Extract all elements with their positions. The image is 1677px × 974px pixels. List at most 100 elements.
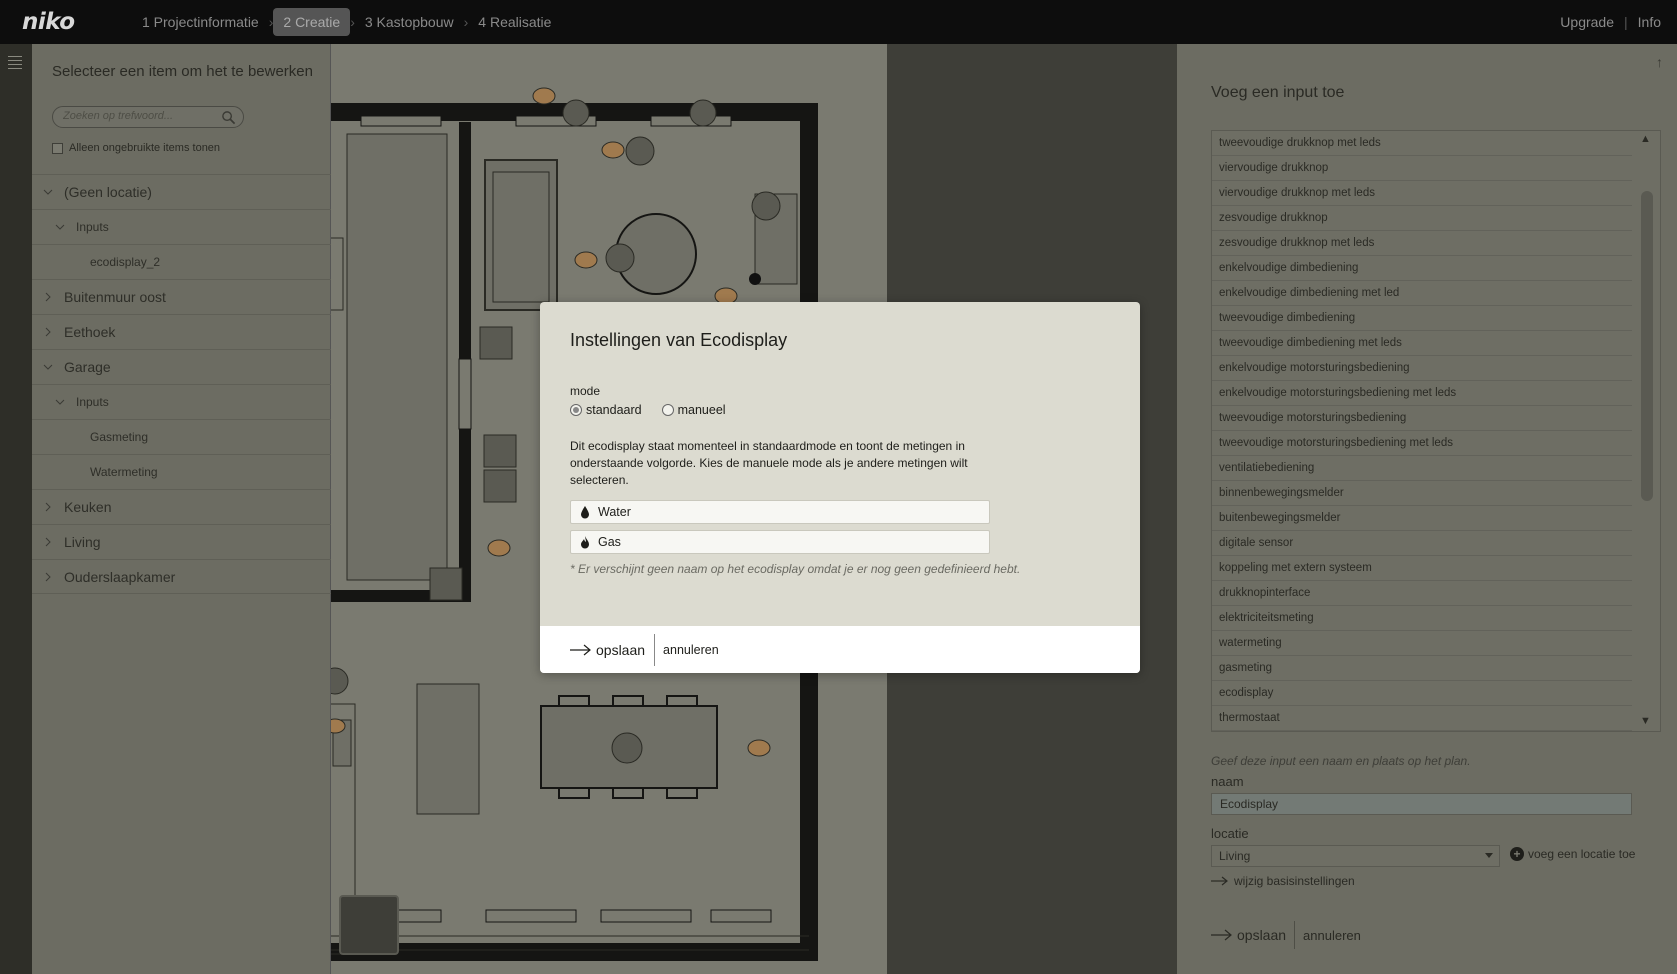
list-menu-icon[interactable]	[8, 56, 22, 72]
list-item[interactable]: digitale sensor	[1212, 531, 1632, 556]
tree-item-gasmeting[interactable]: Gasmeting	[32, 419, 331, 454]
list-item[interactable]: koppeling met extern systeem	[1212, 556, 1632, 581]
radio-label: standaard	[586, 403, 642, 417]
divider	[654, 633, 656, 666]
list-item[interactable]: tweevoudige motorsturingsbediening met l…	[1212, 431, 1632, 456]
cancel-button[interactable]: annuleren	[663, 643, 719, 657]
tree-item-inputs[interactable]: Inputs	[32, 209, 331, 244]
step-creatie[interactable]: 2 Creatie	[273, 8, 351, 36]
list-item[interactable]: elektriciteitsmeting	[1212, 606, 1632, 631]
tree-item-label: Inputs	[76, 220, 109, 234]
item-selection-panel: Selecteer een item om het te bewerken Al…	[32, 44, 331, 974]
list-item[interactable]: ecodisplay	[1212, 681, 1632, 706]
upgrade-link[interactable]: Upgrade	[1560, 14, 1614, 30]
location-tree: (Geen locatie) Inputs ecodisplay_2 Buite…	[32, 174, 331, 594]
search-box	[52, 106, 244, 128]
chevron-right-icon[interactable]	[42, 571, 54, 583]
measurement-gas[interactable]: Gas	[570, 530, 990, 554]
scrollbar[interactable]: ▲ ▼	[1632, 131, 1660, 731]
list-item[interactable]: enkelvoudige motorsturingsbediening	[1212, 356, 1632, 381]
list-item[interactable]: tweevoudige drukknop met leds	[1212, 131, 1632, 156]
list-item[interactable]: zesvoudige drukknop met leds	[1212, 231, 1632, 256]
only-unused-checkbox[interactable]: Alleen ongebruikte items tonen	[52, 142, 220, 154]
list-item[interactable]: enkelvoudige dimbediening	[1212, 256, 1632, 281]
chevron-right-icon[interactable]	[42, 291, 54, 303]
search-icon[interactable]	[221, 110, 236, 125]
tree-item-eethoek[interactable]: Eethoek	[32, 314, 331, 349]
save-button[interactable]: opslaan	[570, 642, 645, 658]
scroll-down-icon[interactable]: ▼	[1640, 715, 1651, 727]
list-item[interactable]: tweevoudige dimbediening met leds	[1212, 331, 1632, 356]
tree-item-watermeting[interactable]: Watermeting	[32, 454, 331, 489]
tree-item-label: ecodisplay_2	[90, 255, 161, 269]
tree-item-label: Living	[64, 534, 101, 550]
basic-settings-link[interactable]: wijzig basisinstellingen	[1211, 874, 1355, 888]
list-item[interactable]: binnenbewegingsmelder	[1212, 481, 1632, 506]
scrollbar-thumb[interactable]	[1641, 191, 1653, 501]
ecodisplay-settings-dialog: Instellingen van Ecodisplay mode standaa…	[540, 302, 1140, 673]
tree-item-keuken[interactable]: Keuken	[32, 489, 331, 524]
arrow-right-icon	[1211, 929, 1232, 941]
tree-item-ecodisplay-2[interactable]: ecodisplay_2	[32, 244, 331, 279]
search-input[interactable]	[63, 110, 213, 122]
location-select[interactable]: Living	[1211, 845, 1500, 867]
step-kastopbouw[interactable]: 3 Kastopbouw	[355, 8, 464, 36]
list-item[interactable]: tweevoudige dimbediening	[1212, 306, 1632, 331]
mode-manueel-option[interactable]: manueel	[661, 403, 726, 417]
input-type-list[interactable]: tweevoudige drukknop met leds viervoudig…	[1211, 130, 1661, 732]
info-link[interactable]: Info	[1638, 14, 1661, 30]
list-item[interactable]: enkelvoudige dimbediening met led	[1212, 281, 1632, 306]
scroll-up-icon[interactable]: ▲	[1640, 133, 1651, 145]
list-item[interactable]: tweevoudige motorsturingsbediening	[1212, 406, 1632, 431]
dialog-title: Instellingen van Ecodisplay	[570, 330, 788, 350]
flame-icon	[581, 536, 589, 549]
step-realisatie[interactable]: 4 Realisatie	[468, 8, 561, 36]
chevron-down-icon[interactable]	[42, 361, 54, 373]
arrow-right-icon	[1211, 876, 1228, 886]
chevron-down-icon[interactable]	[54, 396, 66, 408]
step-breadcrumb: 1 Projectinformatie › 2 Creatie › 3 Kast…	[132, 8, 561, 36]
tree-item-inputs[interactable]: Inputs	[32, 384, 331, 419]
chevron-right-icon[interactable]	[42, 326, 54, 338]
chevron-down-icon[interactable]	[42, 186, 54, 198]
tree-item-garage[interactable]: Garage	[32, 349, 331, 384]
add-location-button[interactable]: + voeg een locatie toe	[1510, 847, 1635, 861]
chevron-right-icon[interactable]	[42, 536, 54, 548]
list-item[interactable]: thermostaat	[1212, 706, 1632, 731]
mode-standaard-option[interactable]: standaard	[570, 403, 642, 417]
add-input-panel: ↑ Voeg een input toe tweevoudige drukkno…	[1177, 44, 1677, 974]
chevron-right-icon[interactable]	[42, 501, 54, 513]
location-value: Living	[1219, 849, 1251, 863]
list-item[interactable]: viervoudige drukknop	[1212, 156, 1632, 181]
radio-standaard[interactable]	[570, 404, 582, 416]
plus-circle-icon: +	[1510, 847, 1524, 861]
step-projectinformatie[interactable]: 1 Projectinformatie	[132, 8, 269, 36]
tree-item-geen-locatie[interactable]: (Geen locatie)	[32, 174, 331, 209]
location-label: locatie	[1211, 826, 1249, 841]
tree-item-buitenmuur-oost[interactable]: Buitenmuur oost	[32, 279, 331, 314]
mode-label: mode	[570, 384, 601, 398]
radio-manueel[interactable]	[661, 404, 674, 416]
tree-item-label: Ouderslaapkamer	[64, 568, 176, 585]
list-item[interactable]: buitenbewegingsmelder	[1212, 506, 1632, 531]
tree-item-ouderslaapkamer[interactable]: Ouderslaapkamer	[32, 559, 331, 594]
arrow-up-icon[interactable]: ↑	[1656, 54, 1663, 70]
list-item[interactable]: watermeting	[1212, 631, 1632, 656]
list-item[interactable]: enkelvoudige motorsturingsbediening met …	[1212, 381, 1632, 406]
measurement-water[interactable]: Water	[570, 500, 990, 524]
checkbox[interactable]	[52, 142, 63, 154]
name-label: naam	[1211, 774, 1244, 789]
list-item[interactable]: gasmeting	[1212, 656, 1632, 681]
list-item[interactable]: zesvoudige drukknop	[1212, 206, 1632, 231]
save-button[interactable]: opslaan	[1237, 927, 1286, 943]
list-item[interactable]: ventilatiebediening	[1212, 456, 1632, 481]
panel-title: Selecteer een item om het te bewerken	[52, 63, 313, 80]
list-item[interactable]: viervoudige drukknop met leds	[1212, 181, 1632, 206]
niko-logo[interactable]: niko	[22, 9, 132, 35]
cancel-button[interactable]: annuleren	[1303, 928, 1361, 943]
separator: |	[1624, 14, 1628, 30]
name-field[interactable]: Ecodisplay	[1211, 793, 1632, 815]
list-item[interactable]: drukknopinterface	[1212, 581, 1632, 606]
tree-item-living[interactable]: Living	[32, 524, 331, 559]
chevron-down-icon[interactable]	[54, 221, 66, 233]
